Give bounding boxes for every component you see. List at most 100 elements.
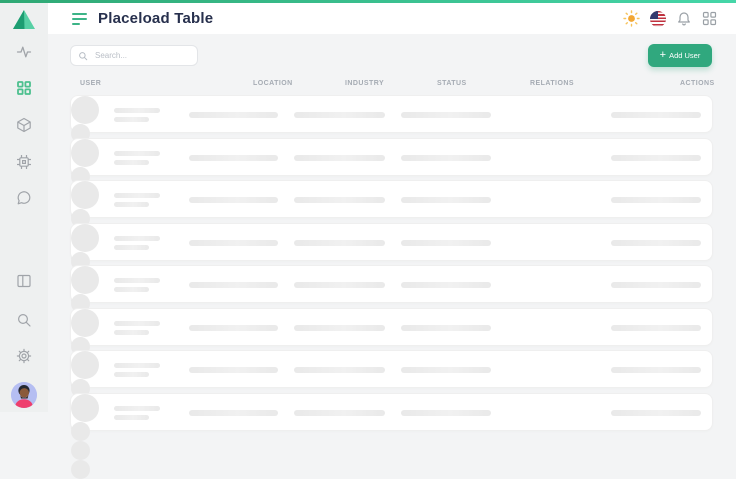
search-box	[70, 45, 198, 66]
sidebar	[0, 0, 48, 412]
subtitle-placeholder	[114, 245, 149, 250]
name-placeholder	[114, 236, 160, 241]
bell-icon	[676, 11, 692, 27]
status-placeholder	[401, 197, 491, 203]
subtitle-placeholder	[114, 117, 149, 122]
table-body	[70, 95, 713, 435]
activity-icon	[16, 44, 32, 60]
status-placeholder	[401, 112, 491, 118]
dashboard-grid-icon	[16, 80, 32, 96]
page-title: Placeload Table	[98, 10, 213, 27]
industry-placeholder	[294, 240, 385, 246]
subtitle-placeholder	[114, 415, 149, 420]
subtitle-placeholder	[114, 287, 149, 292]
triangle-logo-icon	[11, 8, 37, 32]
chip-icon	[16, 154, 32, 170]
cube-icon	[16, 117, 32, 133]
column-header-location: LOCATION	[253, 80, 293, 87]
industry-placeholder	[294, 282, 385, 288]
content-area: + Add User USER LOCATION INDUSTRY STATUS…	[48, 34, 736, 412]
location-placeholder	[189, 367, 278, 373]
table-row	[70, 350, 713, 388]
sidebar-item-settings[interactable]	[16, 348, 32, 364]
apps-grid-icon	[702, 11, 717, 26]
avatar-placeholder	[71, 96, 99, 124]
table-row	[70, 138, 713, 176]
sun-icon	[623, 10, 640, 27]
column-header-industry: INDUSTRY	[345, 80, 384, 87]
table-row	[70, 223, 713, 261]
column-header-user: USER	[80, 80, 101, 87]
location-placeholder	[189, 197, 278, 203]
industry-placeholder	[294, 112, 385, 118]
search-icon	[16, 312, 32, 328]
relation-circle-placeholder	[71, 422, 90, 441]
sidebar-item-integrations[interactable]	[16, 154, 32, 170]
sidebar-item-search[interactable]	[16, 312, 32, 328]
avatar-placeholder	[71, 351, 99, 379]
apps-menu-button[interactable]	[701, 10, 718, 27]
name-placeholder	[114, 193, 160, 198]
industry-placeholder	[294, 155, 385, 161]
name-placeholder	[114, 151, 160, 156]
actions-placeholder	[611, 240, 701, 246]
status-placeholder	[401, 325, 491, 331]
avatar-placeholder	[71, 181, 99, 209]
location-placeholder	[189, 112, 278, 118]
location-placeholder	[189, 155, 278, 161]
location-placeholder	[189, 325, 278, 331]
sidebar-item-layout[interactable]	[16, 273, 32, 289]
avatar-placeholder	[71, 309, 99, 337]
top-navbar: Placeload Table	[48, 3, 736, 34]
actions-placeholder	[611, 410, 701, 416]
language-selector-button[interactable]	[649, 10, 666, 27]
table-row	[70, 265, 713, 303]
avatar-placeholder	[71, 394, 99, 422]
column-header-relations: RELATIONS	[530, 80, 574, 87]
actions-placeholder	[611, 197, 701, 203]
add-user-label: Add User	[669, 51, 700, 60]
layout-columns-icon	[16, 273, 32, 289]
notifications-button[interactable]	[675, 10, 692, 27]
user-avatar[interactable]	[11, 382, 37, 408]
subtitle-placeholder	[114, 160, 149, 165]
top-accent-bar	[0, 0, 736, 3]
sidebar-item-components[interactable]	[16, 117, 32, 133]
name-placeholder	[114, 278, 160, 283]
name-placeholder	[114, 321, 160, 326]
add-user-button[interactable]: + Add User	[648, 44, 712, 67]
menu-toggle-icon[interactable]	[72, 13, 87, 25]
industry-placeholder	[294, 367, 385, 373]
avatar-placeholder	[71, 266, 99, 294]
plus-icon: +	[660, 50, 666, 61]
name-placeholder	[114, 108, 160, 113]
sidebar-item-activity[interactable]	[16, 44, 32, 60]
status-placeholder	[401, 367, 491, 373]
us-flag-icon	[650, 11, 666, 27]
theme-toggle-button[interactable]	[623, 10, 640, 27]
search-input[interactable]	[93, 50, 190, 61]
actions-placeholder	[611, 282, 701, 288]
status-placeholder	[401, 282, 491, 288]
sidebar-item-messages[interactable]	[16, 190, 32, 206]
app-logo[interactable]	[11, 8, 37, 32]
name-placeholder	[114, 406, 160, 411]
subtitle-placeholder	[114, 372, 149, 377]
sidebar-item-dashboard[interactable]	[16, 80, 32, 96]
actions-placeholder	[611, 325, 701, 331]
relation-circle-placeholder	[71, 460, 90, 479]
chat-icon	[16, 190, 32, 206]
avatar-illustration	[11, 382, 37, 408]
actions-placeholder	[611, 155, 701, 161]
industry-placeholder	[294, 410, 385, 416]
subtitle-placeholder	[114, 202, 149, 207]
actions-placeholder	[611, 367, 701, 373]
avatar-placeholder	[71, 139, 99, 167]
table-row	[70, 180, 713, 218]
actions-placeholder	[611, 112, 701, 118]
search-icon	[78, 51, 88, 61]
location-placeholder	[189, 410, 278, 416]
status-placeholder	[401, 155, 491, 161]
subtitle-placeholder	[114, 330, 149, 335]
industry-placeholder	[294, 325, 385, 331]
